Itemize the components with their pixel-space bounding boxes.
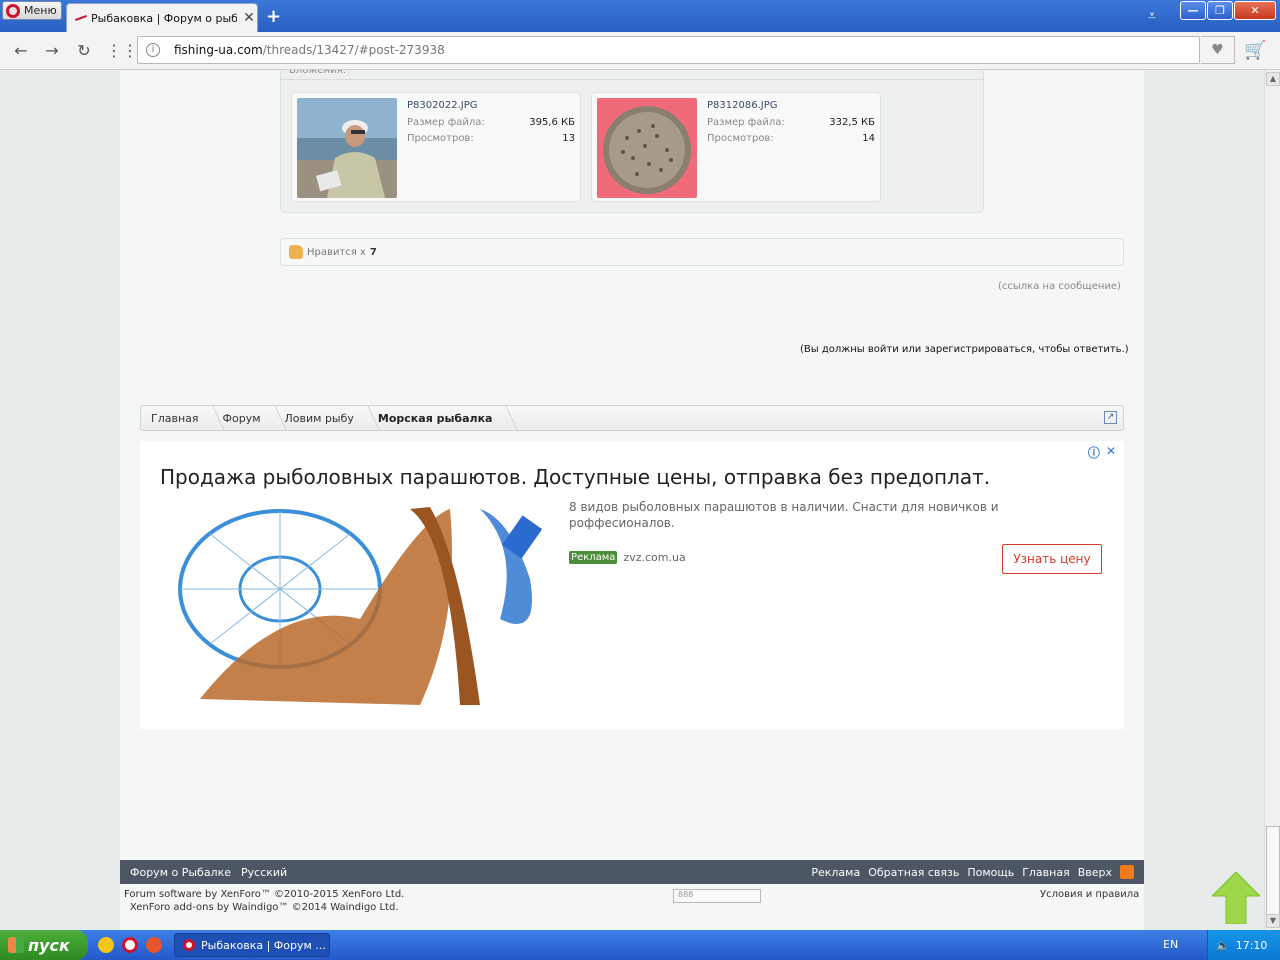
taskbar-window-button[interactable]: Рыбаковка | Форум ... <box>174 933 330 957</box>
language-indicator[interactable]: EN <box>1163 938 1178 951</box>
login-notice[interactable]: (Вы должны войти или зарегистрироваться,… <box>800 344 1129 355</box>
browser-titlebar: Меню Рыбаковка | Форум о рыба ✕ + ⩡ — ❐ … <box>0 0 1280 32</box>
site-favicon-icon <box>75 13 87 23</box>
attachment-item[interactable]: P8302022.JPG Размер файла: 395,6 КБ Просм… <box>291 92 581 202</box>
back-icon[interactable]: ← <box>11 41 31 61</box>
tab-close-icon[interactable]: ✕ <box>241 10 257 26</box>
maximize-button[interactable]: ❐ <box>1207 1 1233 20</box>
attachments-box: Вложения: P8302022.JPG Размер файла: 395… <box>280 70 984 213</box>
post-permalink[interactable]: (ссылка на сообщение) <box>998 281 1121 292</box>
breadcrumb-item[interactable]: Ловим рыбу <box>275 406 368 430</box>
start-button[interactable]: пуск <box>0 930 88 960</box>
reload-icon[interactable]: ↻ <box>74 41 94 61</box>
attachment-name[interactable]: P8312086.JPG <box>707 100 777 111</box>
copyright-waindigo[interactable]: XenForo add-ons by Waindigo™ ©2014 Waind… <box>124 901 404 914</box>
opera-menu-button[interactable]: Меню <box>2 1 62 20</box>
scroll-down-icon[interactable]: ▼ <box>1266 914 1280 928</box>
url-path: /threads/13427/#post-273938 <box>262 43 445 57</box>
address-bar[interactable]: i fishing-ua.com/threads/13427/#post-273… <box>137 36 1200 64</box>
windows-flag-icon <box>8 937 24 953</box>
attachments-header: Вложения: <box>281 70 983 80</box>
ad-label-badge: Реклама <box>569 551 618 564</box>
quicklaunch-opera-icon[interactable] <box>122 937 138 953</box>
page-scrollbar[interactable]: ▲ ▼ <box>1264 70 1280 930</box>
ad-image[interactable] <box>160 499 552 705</box>
shopping-cart-icon[interactable]: 🛒 <box>1244 40 1266 61</box>
close-window-button[interactable]: ✕ <box>1234 1 1276 20</box>
ad-close-icon[interactable]: ✕ <box>1106 444 1116 461</box>
breadcrumb: Главная Форум Ловим рыбу Морская рыбалка… <box>140 405 1124 431</box>
attachment-size-row: Размер файла: 395,6 КБ <box>407 117 575 128</box>
jump-to-icon[interactable]: ↗ <box>1104 411 1117 424</box>
scrollbar-thumb[interactable] <box>1266 826 1280 916</box>
ad-title[interactable]: Продажа рыболовных парашютов. Доступные … <box>160 465 990 489</box>
ad-domain[interactable]: zvz.com.ua <box>623 551 685 564</box>
attachment-thumbnail[interactable] <box>297 98 397 198</box>
ad-source: Реклама zvz.com.ua <box>569 551 686 564</box>
quicklaunch-app-icon[interactable] <box>98 937 114 953</box>
terms-link[interactable]: Условия и правила <box>1040 889 1139 900</box>
attachment-item[interactable]: P8312086.JPG Размер файла: 332,5 КБ Просм… <box>591 92 881 202</box>
attachment-views-row: Просмотров: 14 <box>707 133 875 144</box>
footer-link-ads[interactable]: Реклама <box>811 866 860 879</box>
footer-link-help[interactable]: Помощь <box>967 866 1014 879</box>
attachment-name[interactable]: P8302022.JPG <box>407 100 477 111</box>
menu-label: Меню <box>24 4 57 17</box>
quicklaunch-browser-icon[interactable] <box>146 937 162 953</box>
opera-icon <box>183 939 195 951</box>
likes-bar: Нравится х 7 <box>280 238 1124 266</box>
forward-icon[interactable]: → <box>42 41 62 61</box>
likes-count[interactable]: 7 <box>370 247 377 258</box>
ad-description[interactable]: 8 видов рыболовных парашютов в наличии. … <box>569 499 1019 531</box>
copyright-xenforo[interactable]: Forum software by XenForo™ ©2010-2015 Xe… <box>124 888 404 901</box>
tab-menu-icon[interactable]: ⩡ <box>1148 8 1156 24</box>
url-domain: fishing-ua.com <box>174 43 263 57</box>
browser-toolbar: ← → ↻ ⋮⋮ i fishing-ua.com/threads/13427/… <box>0 32 1280 70</box>
scroll-top-arrow-icon[interactable] <box>1212 872 1260 924</box>
windows-taskbar: пуск Рыбаковка | Форум ... EN 🔈 17:10 <box>0 930 1280 960</box>
breadcrumb-item[interactable]: Форум <box>213 406 275 430</box>
footer-language-link[interactable]: Русский <box>241 866 287 879</box>
attachment-views-row: Просмотров: 13 <box>407 133 575 144</box>
copyright-notice: Forum software by XenForo™ ©2010-2015 Xe… <box>124 888 404 914</box>
rss-icon[interactable] <box>1120 865 1134 879</box>
bookmark-heart-icon[interactable]: ♥ <box>1201 36 1235 64</box>
footer-forum-link[interactable]: Форум о Рыбалке <box>130 866 231 879</box>
advertisement[interactable]: ⓘ ✕ Продажа рыболовных парашютов. Доступ… <box>140 441 1124 729</box>
minimize-button[interactable]: — <box>1180 1 1206 20</box>
start-label: пуск <box>28 935 70 955</box>
page-viewport: Вложения: P8302022.JPG Размер файла: 395… <box>0 70 1264 930</box>
likes-label: Нравится х <box>307 246 366 258</box>
site-info-icon[interactable]: i <box>146 43 160 57</box>
visit-counter[interactable]: 888 <box>673 889 761 903</box>
footer-link-feedback[interactable]: Обратная связь <box>868 866 959 879</box>
system-tray: 🔈 17:10 <box>1207 930 1280 960</box>
opera-icon <box>6 3 20 18</box>
attachment-size-row: Размер файла: 332,5 КБ <box>707 117 875 128</box>
footer-link-top[interactable]: Вверх <box>1078 866 1112 879</box>
thumbs-up-icon <box>289 245 303 259</box>
scroll-up-icon[interactable]: ▲ <box>1266 72 1280 86</box>
speed-dial-icon[interactable]: ⋮⋮ <box>106 41 138 61</box>
ad-info-icon[interactable]: ⓘ <box>1088 444 1100 461</box>
volume-icon[interactable]: 🔈 <box>1216 939 1230 952</box>
footer-link-home[interactable]: Главная <box>1022 866 1070 879</box>
breadcrumb-item[interactable]: Главная <box>141 406 213 430</box>
ad-cta-button[interactable]: Узнать цену <box>1002 544 1102 574</box>
new-tab-button[interactable]: + <box>266 6 281 27</box>
breadcrumb-current[interactable]: Морская рыбалка <box>368 406 507 430</box>
forum-page: Вложения: P8302022.JPG Размер файла: 395… <box>120 70 1144 930</box>
tab-title: Рыбаковка | Форум о рыба <box>91 11 237 25</box>
taskbar-window-title: Рыбаковка | Форум ... <box>201 938 326 952</box>
ad-controls: ⓘ ✕ <box>1088 444 1116 461</box>
forum-footer: Форум о Рыбалке Русский Реклама Обратная… <box>120 860 1144 884</box>
tab-active[interactable]: Рыбаковка | Форум о рыба ✕ <box>66 3 258 32</box>
attachment-thumbnail[interactable] <box>597 98 697 198</box>
clock[interactable]: 17:10 <box>1236 939 1268 952</box>
